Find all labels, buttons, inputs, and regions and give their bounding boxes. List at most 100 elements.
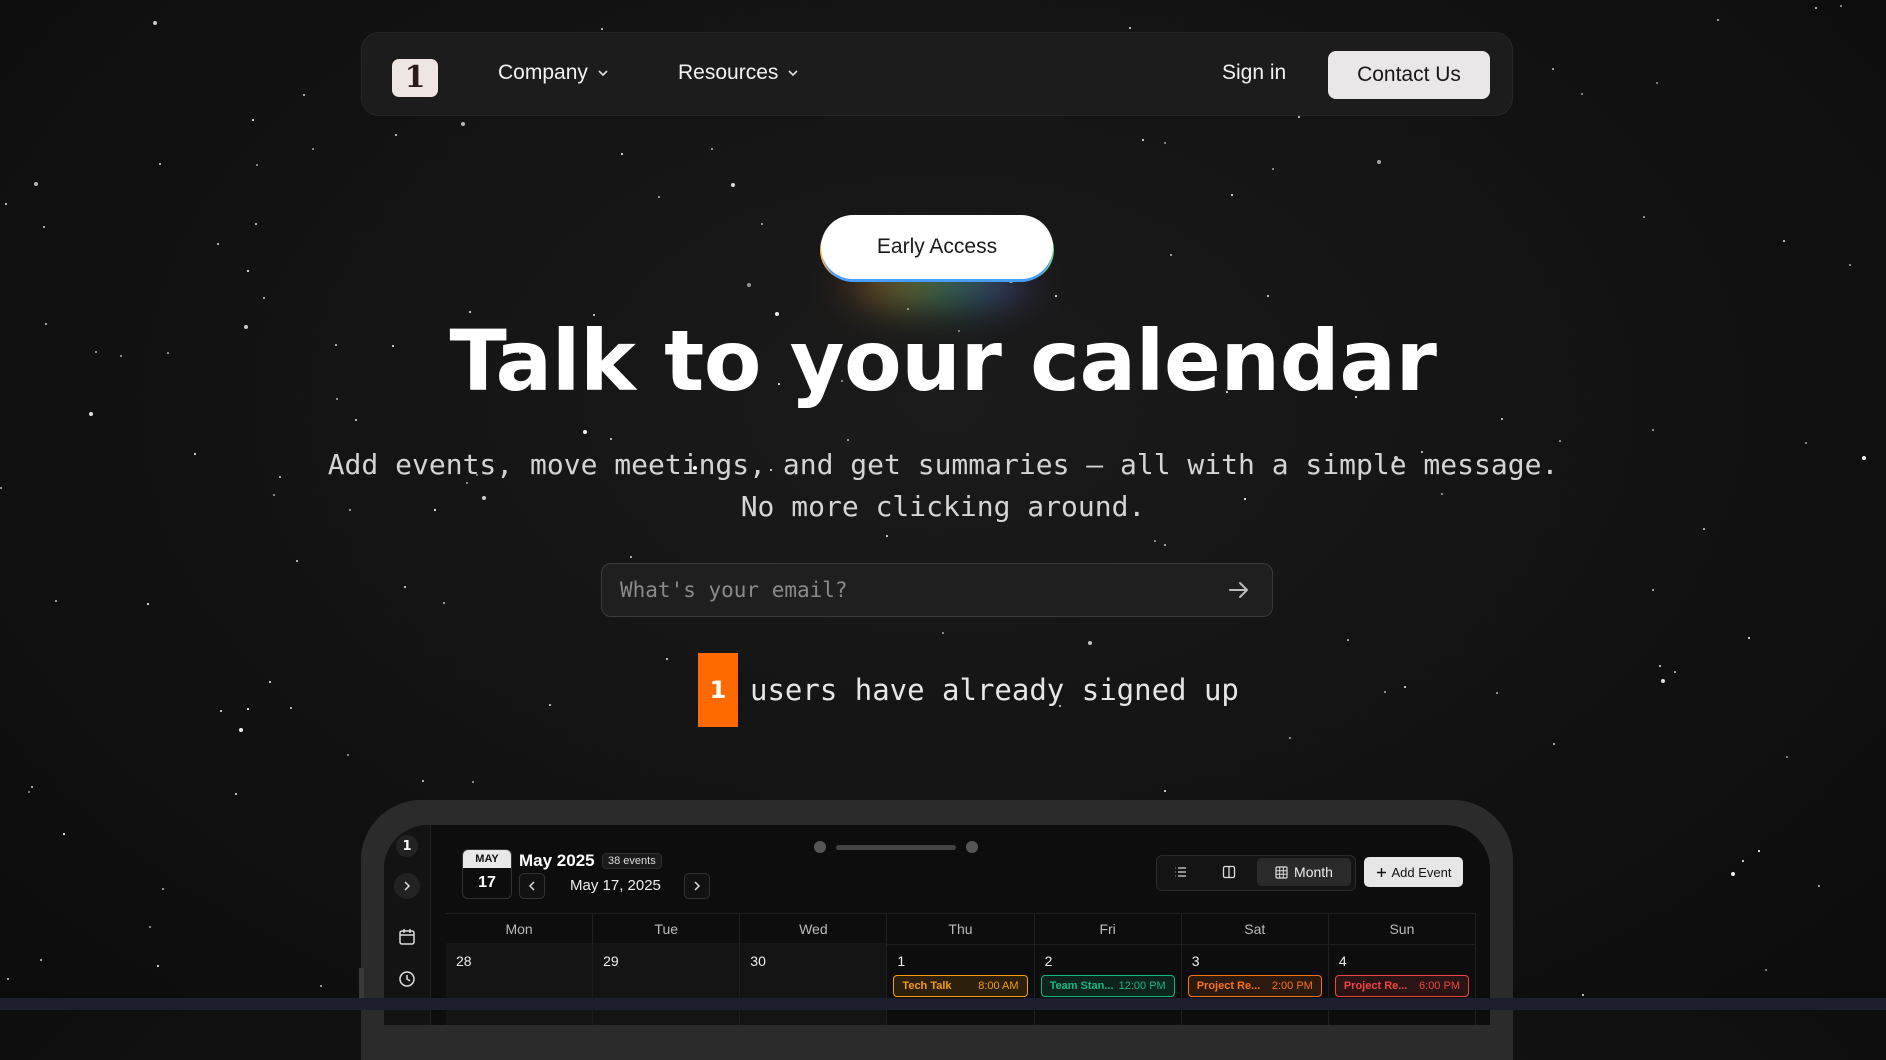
event-chip[interactable]: Team Stan... 12:00 PM: [1040, 975, 1175, 997]
plus-icon: [1376, 867, 1386, 877]
star: [217, 243, 219, 245]
star: [255, 223, 257, 225]
frame-edge: [359, 968, 364, 1000]
add-event-button[interactable]: Add Event: [1364, 857, 1463, 887]
star: [549, 704, 551, 706]
star: [443, 602, 445, 604]
weekday-label: Tue: [593, 914, 741, 944]
weekday-label: Thu: [887, 914, 1035, 944]
app-logo: 1: [396, 835, 418, 857]
star: [630, 556, 632, 558]
expand-sidebar-button[interactable]: [394, 873, 420, 899]
star: [1643, 216, 1645, 218]
star: [747, 283, 751, 287]
company-menu[interactable]: Company: [498, 61, 610, 85]
list-view-button[interactable]: [1161, 858, 1201, 886]
month-view-button[interactable]: Month: [1257, 858, 1351, 886]
star: [239, 728, 243, 732]
star: [395, 134, 397, 136]
star: [404, 586, 406, 588]
star: [1581, 93, 1583, 95]
handle-bar: [836, 844, 956, 850]
events-count-badge: 38 events: [602, 853, 662, 869]
split-view-button[interactable]: [1209, 858, 1249, 886]
day-cell[interactable]: 1 Tech Talk 8:00 AM: [887, 943, 1035, 1025]
signup-count-badge: 1: [698, 653, 738, 727]
event-chip[interactable]: Project Re... 2:00 PM: [1187, 975, 1322, 997]
handle-dot: [966, 841, 978, 853]
star: [1742, 860, 1744, 862]
day-number: 30: [750, 953, 766, 969]
day-number: 28: [456, 953, 472, 969]
next-button[interactable]: [684, 873, 710, 899]
star: [40, 959, 42, 961]
star: [149, 926, 151, 928]
star: [1164, 790, 1166, 792]
previous-button[interactable]: [519, 873, 545, 899]
star: [711, 148, 713, 150]
star: [886, 535, 888, 537]
calendar-app-preview: 1 MAY 17 May 2025 38 events May 17, 2025: [384, 825, 1490, 1025]
star: [461, 122, 465, 126]
star: [1559, 440, 1561, 442]
star: [1818, 885, 1820, 887]
sign-in-link[interactable]: Sign in: [1222, 61, 1286, 85]
chevron-left-icon: [528, 881, 535, 891]
event-title: Project Re...: [1196, 980, 1261, 992]
resources-menu[interactable]: Resources: [678, 61, 800, 85]
sign-in-label: Sign in: [1222, 61, 1287, 84]
badge-day: 17: [478, 874, 496, 891]
star: [5, 203, 7, 205]
hero-subtitle-line-2: No more clicking around.: [740, 490, 1146, 523]
day-cell[interactable]: 28: [446, 943, 594, 1025]
star: [1652, 589, 1654, 591]
star: [162, 888, 164, 890]
star: [1765, 969, 1767, 971]
star: [7, 978, 9, 980]
star: [1582, 994, 1584, 996]
day-cell[interactable]: 2 Team Stan... 12:00 PM: [1035, 943, 1182, 1025]
star: [1289, 737, 1291, 739]
star: [1496, 692, 1498, 694]
star: [263, 297, 265, 299]
day-cell[interactable]: 29: [593, 943, 741, 1025]
star: [847, 439, 849, 441]
star: [157, 965, 159, 967]
star: [220, 710, 222, 712]
star: [1501, 418, 1503, 420]
star: [34, 182, 38, 186]
brand-logo[interactable]: 1: [392, 59, 438, 97]
star: [472, 781, 474, 783]
email-input[interactable]: [602, 577, 1226, 603]
chevron-down-icon: [788, 70, 798, 77]
company-menu-label: Company: [498, 61, 588, 84]
event-title: Team Stan...: [1049, 980, 1114, 992]
arrow-right-icon[interactable]: [1226, 577, 1252, 603]
star: [1088, 641, 1092, 645]
star: [1748, 637, 1750, 639]
star: [247, 708, 249, 710]
window-drag-handle[interactable]: [814, 841, 978, 853]
day-cell[interactable]: 4 Project Re... 6:00 PM: [1329, 943, 1476, 1025]
star: [1272, 168, 1274, 170]
star: [355, 419, 357, 421]
hero-subtitle-line-1: Add events, move meetings, and get summa…: [327, 448, 1559, 481]
star: [422, 780, 424, 782]
contact-us-button[interactable]: Contact Us: [1328, 51, 1490, 99]
event-chip[interactable]: Project Re... 6:00 PM: [1334, 975, 1469, 997]
day-cell[interactable]: 3 Project Re... 2:00 PM: [1182, 943, 1329, 1025]
star: [1552, 68, 1554, 70]
calendar-icon[interactable]: [397, 927, 417, 947]
star: [28, 791, 30, 793]
star: [1731, 872, 1735, 876]
day-cell[interactable]: 30: [740, 943, 888, 1025]
event-chip[interactable]: Tech Talk 8:00 AM: [893, 975, 1028, 997]
star: [731, 183, 735, 187]
event-time: 6:00 PM: [1419, 980, 1460, 992]
star: [347, 754, 349, 756]
early-access-badge[interactable]: Early Access: [821, 215, 1053, 279]
clock-icon[interactable]: [397, 969, 417, 989]
star: [583, 430, 587, 434]
calendar-week-row: 28 29 30 1 Tech Talk 8:00 AM 2 Team Stan... 12:0…: [446, 943, 1476, 1025]
star: [601, 28, 603, 30]
